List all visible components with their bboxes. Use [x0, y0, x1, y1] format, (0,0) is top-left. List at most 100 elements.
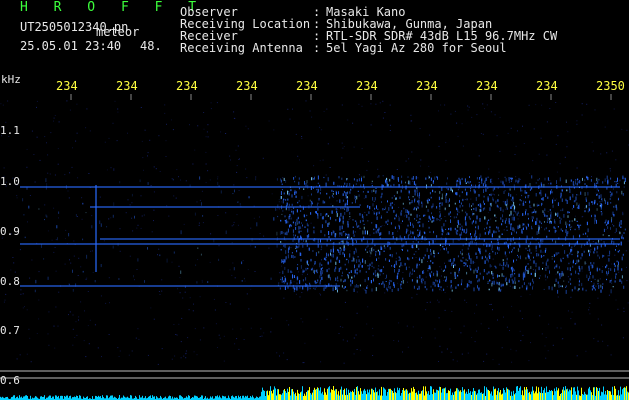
echo-speck [597, 254, 599, 257]
echo-speck [578, 280, 580, 283]
power-bar [422, 390, 423, 400]
noise-speck [416, 293, 418, 295]
echo-speck [486, 245, 488, 248]
echo-speck [540, 192, 542, 197]
noise-speck [127, 132, 128, 134]
echo-speck [342, 231, 344, 233]
echo-speck [498, 194, 500, 196]
noise-speck [230, 159, 231, 161]
echo-speck [450, 227, 452, 231]
echo-speck [609, 191, 611, 193]
power-bar [348, 389, 349, 400]
echo-speck [597, 181, 599, 184]
power-bar [329, 386, 330, 400]
echo-speck [385, 281, 387, 282]
echo-speck [475, 207, 477, 212]
power-bar [480, 392, 481, 400]
noise-speck [20, 293, 22, 295]
echo-speck [622, 175, 624, 179]
echo-speck [225, 230, 227, 235]
echo-speck [297, 246, 299, 249]
noise-speck [411, 151, 413, 153]
power-bar [393, 392, 394, 400]
power-bar [440, 387, 441, 400]
noise-speck [585, 188, 587, 189]
echo-speck [417, 234, 419, 237]
noise-speck [444, 262, 445, 264]
echo-speck [547, 177, 549, 181]
echo-speck [376, 258, 377, 261]
echo-speck [359, 269, 361, 272]
power-bar [293, 391, 294, 400]
power-bar [367, 389, 368, 400]
power-bar [194, 395, 195, 400]
echo-speck [433, 217, 435, 219]
noise-speck [574, 324, 576, 325]
echo-speck [498, 235, 500, 238]
echo-speck [511, 273, 513, 275]
echo-speck [489, 226, 491, 229]
noise-speck [411, 120, 413, 122]
echo-speck [510, 226, 512, 230]
echo-speck [377, 229, 379, 234]
noise-speck [88, 343, 90, 345]
noise-speck [443, 280, 445, 281]
echo-speck [528, 217, 529, 220]
echo-speck [471, 205, 472, 207]
echo-speck [144, 280, 145, 283]
power-bar [476, 394, 477, 400]
noise-speck [153, 220, 154, 222]
echo-speck [532, 212, 534, 213]
noise-speck [119, 350, 121, 352]
echo-speck [436, 206, 438, 209]
echo-speck [604, 178, 606, 182]
noise-speck [517, 218, 519, 220]
noise-speck [611, 263, 613, 265]
echo-speck [414, 199, 415, 203]
echo-speck [408, 258, 410, 260]
noise-speck [179, 292, 181, 294]
power-bar [543, 390, 544, 400]
echo-speck [439, 206, 441, 211]
echo-speck [616, 191, 618, 194]
echo-speck [22, 198, 24, 202]
echo-speck [416, 276, 418, 279]
echo-speck [382, 208, 384, 211]
noise-speck [198, 222, 200, 224]
echo-speck [451, 289, 453, 292]
noise-speck [496, 135, 498, 137]
echo-speck [408, 211, 410, 215]
noise-speck [486, 104, 488, 106]
echo-speck [329, 196, 331, 199]
power-bar [349, 392, 350, 400]
echo-speck [539, 178, 540, 180]
echo-speck [606, 278, 607, 281]
echo-speck [407, 176, 409, 178]
noise-speck [65, 229, 67, 231]
echo-speck [502, 266, 504, 270]
noise-speck [490, 218, 492, 220]
noise-speck [171, 178, 173, 180]
echo-speck [502, 259, 504, 262]
echo-speck [461, 225, 463, 228]
echo-speck [570, 273, 572, 276]
echo-speck [352, 226, 354, 228]
echo-speck [419, 274, 421, 279]
echo-speck [598, 195, 600, 199]
power-bar [545, 392, 546, 400]
power-bar [142, 395, 143, 400]
echo-speck [364, 278, 366, 283]
noise-speck [601, 324, 603, 326]
noise-speck [431, 240, 433, 242]
echo-speck [196, 281, 198, 284]
echo-speck [519, 203, 521, 206]
echo-speck [604, 222, 606, 224]
echo-speck [415, 176, 417, 180]
power-bar [150, 395, 151, 400]
echo-speck [491, 248, 493, 251]
echo-speck [401, 210, 403, 212]
echo-speck [455, 286, 457, 289]
noise-speck [140, 107, 142, 108]
echo-speck [611, 282, 613, 284]
noise-speck [589, 242, 591, 244]
